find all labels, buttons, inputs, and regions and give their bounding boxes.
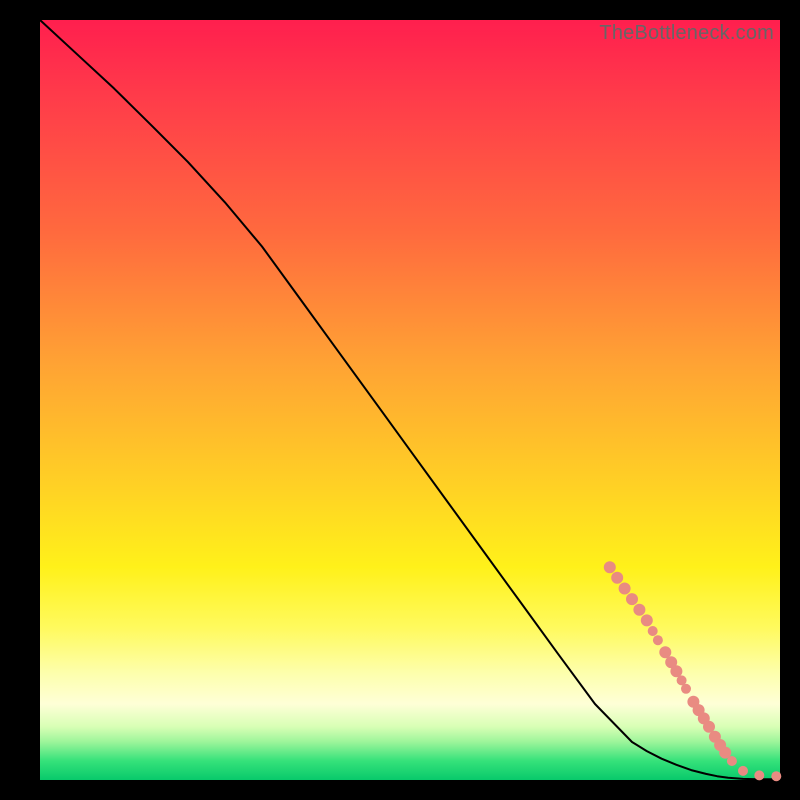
marker-dot bbox=[611, 572, 623, 584]
marker-dot bbox=[633, 604, 645, 616]
marker-dots bbox=[604, 561, 782, 781]
marker-dot bbox=[771, 771, 781, 781]
marker-dot bbox=[619, 583, 631, 595]
marker-dot bbox=[626, 593, 638, 605]
marker-dot bbox=[653, 635, 663, 645]
marker-dot bbox=[670, 665, 682, 677]
marker-dot bbox=[648, 626, 658, 636]
marker-dot bbox=[604, 561, 616, 573]
plot-area: TheBottleneck.com bbox=[40, 20, 780, 780]
marker-dot bbox=[738, 766, 748, 776]
marker-dot bbox=[727, 756, 737, 766]
marker-dot bbox=[641, 614, 653, 626]
chart-frame: TheBottleneck.com bbox=[0, 0, 800, 800]
chart-overlay bbox=[40, 20, 780, 780]
marker-dot bbox=[681, 684, 691, 694]
marker-dot bbox=[754, 770, 764, 780]
